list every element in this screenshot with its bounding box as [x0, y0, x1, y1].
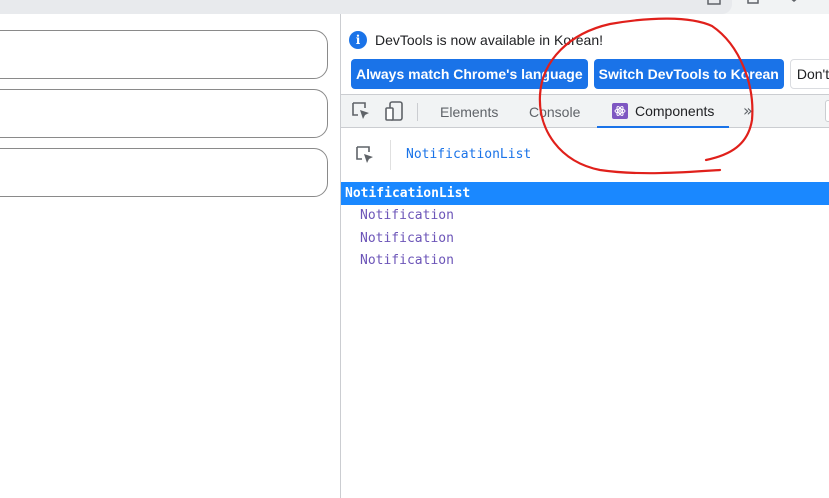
match-chrome-language-button[interactable]: Always match Chrome's language: [351, 59, 588, 89]
language-infobar: i DevTools is now available in Korean! A…: [341, 14, 829, 94]
toolbar-divider: [390, 140, 391, 170]
infobar-message-row: i DevTools is now available in Korean!: [349, 29, 603, 51]
screenshot-root: i DevTools is now available in Korean! A…: [0, 0, 829, 498]
dont-show-again-button[interactable]: Don't: [789, 59, 829, 89]
inspect-element-icon[interactable]: [351, 101, 371, 121]
tab-console[interactable]: Console: [529, 95, 580, 128]
tree-row[interactable]: Notification: [341, 227, 829, 250]
browser-toolbar: [0, 0, 829, 14]
tree-row[interactable]: Notification: [341, 205, 829, 228]
component-tree: NotificationList Notification Notificati…: [341, 182, 829, 272]
address-bar[interactable]: [0, 0, 732, 14]
device-toolbar-icon[interactable]: [385, 101, 405, 121]
info-icon: i: [349, 31, 367, 49]
tree-row-selected[interactable]: NotificationList: [341, 182, 829, 205]
react-icon: [612, 102, 628, 119]
tab-label: Components: [635, 102, 715, 119]
switch-devtools-korean-button[interactable]: Switch DevTools to Korean: [593, 59, 784, 89]
tab-elements[interactable]: Elements: [440, 95, 498, 128]
devtools-tabbar: Elements Console Components »: [341, 94, 829, 128]
share-icon[interactable]: [745, 0, 761, 8]
tab-label: Console: [529, 103, 581, 120]
tree-row[interactable]: Notification: [341, 250, 829, 273]
list-item[interactable]: [0, 89, 328, 138]
tab-components[interactable]: Components: [597, 95, 730, 128]
select-component-icon[interactable]: [355, 145, 375, 165]
page-content: [0, 14, 340, 498]
cast-icon[interactable]: [706, 0, 722, 8]
infobar-message: DevTools is now available in Korean!: [375, 32, 604, 48]
component-breadcrumb[interactable]: NotificationList: [406, 147, 531, 162]
components-toolbar: NotificationList: [341, 128, 829, 182]
list-item[interactable]: [0, 30, 328, 79]
more-tabs-icon[interactable]: »: [743, 101, 753, 120]
devtools-settings-button[interactable]: [825, 100, 829, 122]
infobar-buttons: Always match Chrome's language Switch De…: [351, 59, 829, 89]
list-item[interactable]: [0, 148, 328, 197]
tab-label: Elements: [440, 103, 499, 120]
devtools-panel: i DevTools is now available in Korean! A…: [340, 14, 829, 498]
toolbar-divider: [417, 103, 418, 121]
bookmark-star-icon[interactable]: [786, 0, 802, 8]
